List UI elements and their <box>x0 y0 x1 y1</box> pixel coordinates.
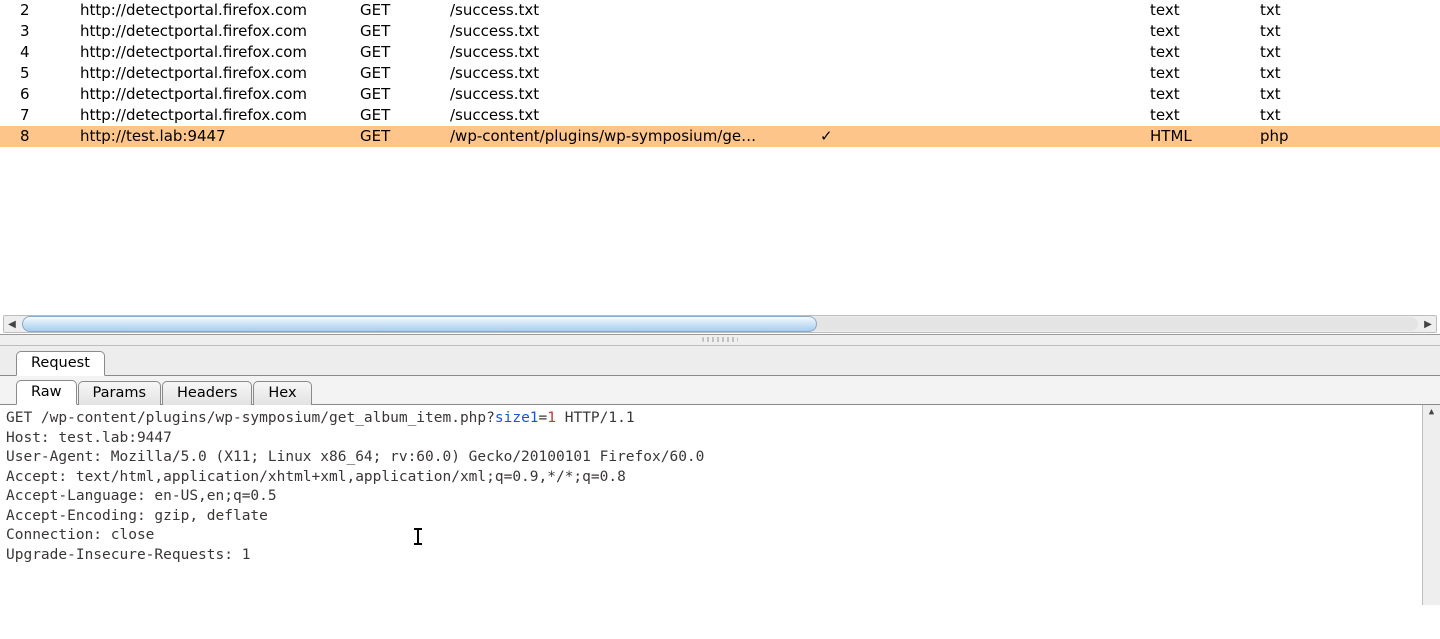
row-method: GET <box>360 21 450 42</box>
table-row[interactable]: 4http://detectportal.firefox.comGET/succ… <box>0 42 1440 63</box>
request-param-value: 1 <box>547 410 556 426</box>
table-row[interactable]: 6http://detectportal.firefox.comGET/succ… <box>0 84 1440 105</box>
pane-splitter[interactable] <box>0 335 1440 346</box>
scroll-right-icon[interactable]: ▶ <box>1420 316 1436 332</box>
scroll-up-icon[interactable]: ▲ <box>1424 405 1439 420</box>
row-method: GET <box>360 63 450 84</box>
table-row[interactable]: 5http://detectportal.firefox.comGET/succ… <box>0 63 1440 84</box>
request-response-tabs: Request <box>0 346 1440 376</box>
row-index: 6 <box>0 84 80 105</box>
request-line-post: HTTP/1.1 <box>556 410 635 426</box>
row-mime: text <box>1150 63 1260 84</box>
scrollbar-track[interactable] <box>1423 420 1440 605</box>
row-url: /success.txt <box>450 105 820 126</box>
row-url: /wp-content/plugins/wp-symposium/ge… <box>450 126 820 147</box>
request-param-name: size1 <box>495 410 539 426</box>
table-row[interactable]: 3http://detectportal.firefox.comGET/succ… <box>0 21 1440 42</box>
row-mime: text <box>1150 42 1260 63</box>
row-extension: txt <box>1260 105 1370 126</box>
table-row[interactable]: 8http://test.lab:9447GET/wp-content/plug… <box>0 126 1440 147</box>
request-line-pre: GET /wp-content/plugins/wp-symposium/get… <box>6 410 495 426</box>
row-mime: text <box>1150 21 1260 42</box>
tab-params[interactable]: Params <box>78 381 162 405</box>
row-url: /success.txt <box>450 42 820 63</box>
row-method: GET <box>360 42 450 63</box>
http-history-pane: 2http://detectportal.firefox.comGET/succ… <box>0 0 1440 335</box>
row-url: /success.txt <box>450 63 820 84</box>
table-row[interactable]: 7http://detectportal.firefox.comGET/succ… <box>0 105 1440 126</box>
row-host: http://detectportal.firefox.com <box>80 42 360 63</box>
row-index: 3 <box>0 21 80 42</box>
row-index: 4 <box>0 42 80 63</box>
request-param-eq: = <box>539 410 548 426</box>
text-cursor-icon <box>413 528 423 546</box>
row-host: http://detectportal.firefox.com <box>80 21 360 42</box>
row-host: http://test.lab:9447 <box>80 126 360 147</box>
row-method: GET <box>360 126 450 147</box>
tab-request[interactable]: Request <box>16 351 105 376</box>
row-extension: php <box>1260 126 1370 147</box>
row-extension: txt <box>1260 42 1370 63</box>
scroll-left-icon[interactable]: ◀ <box>4 316 20 332</box>
row-method: GET <box>360 105 450 126</box>
row-index: 5 <box>0 63 80 84</box>
request-detail-pane: Request RawParamsHeadersHex GET /wp-cont… <box>0 346 1440 605</box>
row-method: GET <box>360 84 450 105</box>
row-extension: txt <box>1260 84 1370 105</box>
scrollbar-track[interactable] <box>22 317 1418 331</box>
vertical-scrollbar[interactable]: ▲ <box>1422 405 1440 605</box>
row-extension: txt <box>1260 63 1370 84</box>
row-mime: text <box>1150 0 1260 21</box>
row-url: /success.txt <box>450 84 820 105</box>
row-mime: text <box>1150 105 1260 126</box>
row-index: 8 <box>0 126 80 147</box>
tab-raw[interactable]: Raw <box>16 380 77 405</box>
row-extension: txt <box>1260 0 1370 21</box>
row-index: 7 <box>0 105 80 126</box>
row-index: 2 <box>0 0 80 21</box>
row-method: GET <box>360 0 450 21</box>
tab-headers[interactable]: Headers <box>162 381 252 405</box>
row-host: http://detectportal.firefox.com <box>80 84 360 105</box>
raw-request-editor[interactable]: GET /wp-content/plugins/wp-symposium/get… <box>0 405 1440 605</box>
tab-hex[interactable]: Hex <box>253 381 311 405</box>
row-host: http://detectportal.firefox.com <box>80 63 360 84</box>
table-row[interactable]: 2http://detectportal.firefox.comGET/succ… <box>0 0 1440 21</box>
request-header-lines: Host: test.lab:9447 User-Agent: Mozilla/… <box>6 430 704 563</box>
row-url: /success.txt <box>450 0 820 21</box>
scrollbar-thumb[interactable] <box>22 316 817 332</box>
row-extension: txt <box>1260 21 1370 42</box>
request-view-tabs: RawParamsHeadersHex <box>0 376 1440 405</box>
row-mime: text <box>1150 84 1260 105</box>
row-edited-check: ✓ <box>820 126 1150 147</box>
row-url: /success.txt <box>450 21 820 42</box>
row-mime: HTML <box>1150 126 1260 147</box>
row-host: http://detectportal.firefox.com <box>80 0 360 21</box>
row-host: http://detectportal.firefox.com <box>80 105 360 126</box>
http-history-table[interactable]: 2http://detectportal.firefox.comGET/succ… <box>0 0 1440 147</box>
horizontal-scrollbar[interactable]: ◀ ▶ <box>3 315 1437 333</box>
